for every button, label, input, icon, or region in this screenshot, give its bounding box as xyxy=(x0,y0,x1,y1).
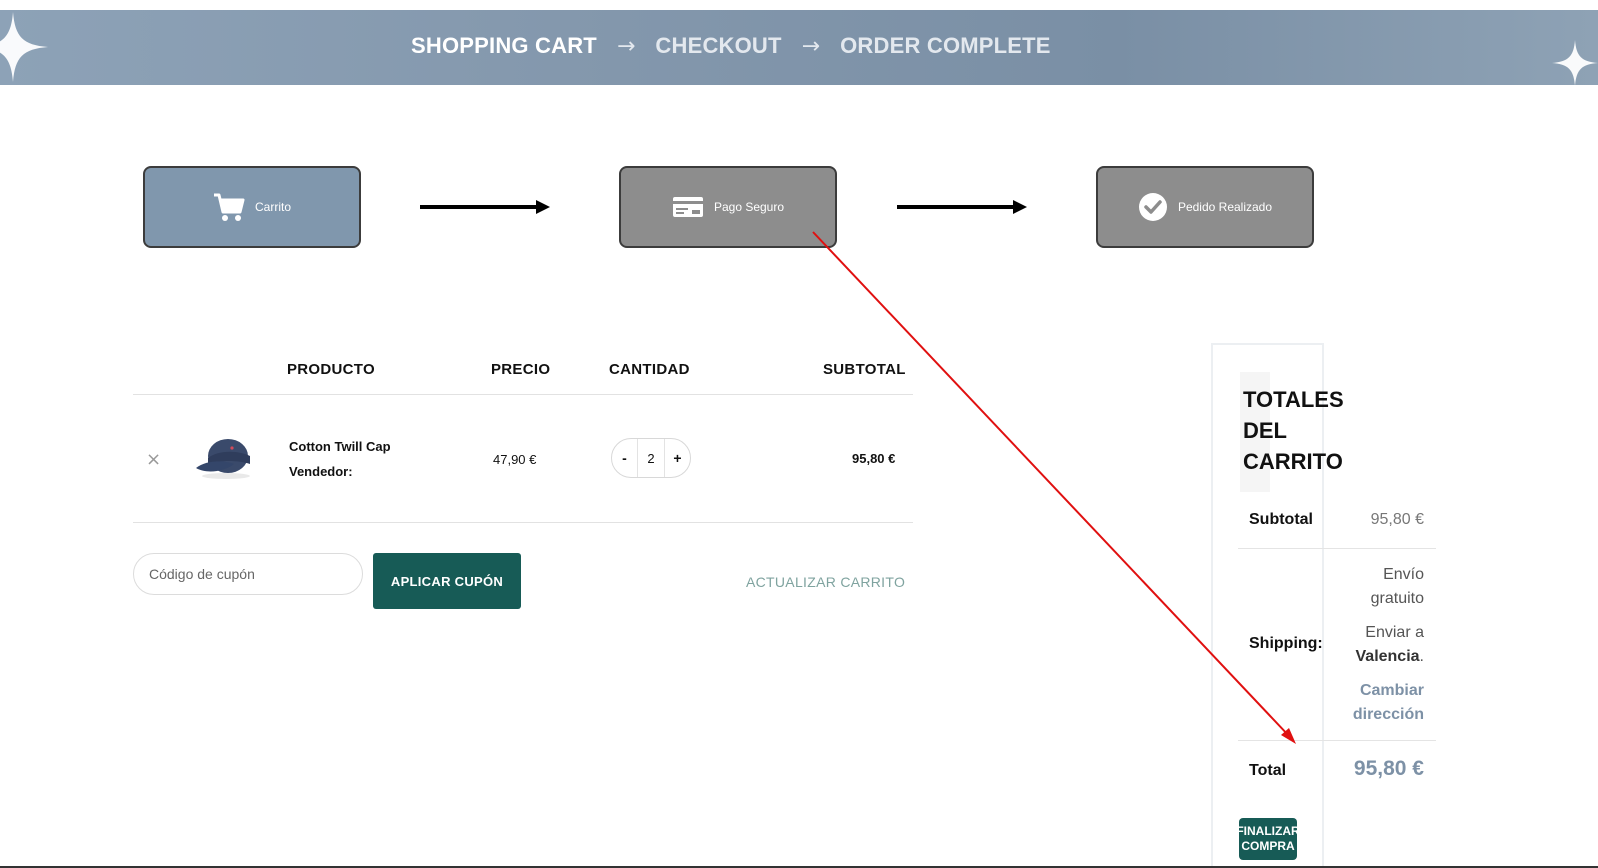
total-label: Total xyxy=(1249,762,1287,779)
checkout-banner: SHOPPING CART → CHECKOUT → ORDER COMPLET… xyxy=(0,10,1598,85)
change-address-link[interactable]: Cambiar dirección xyxy=(1300,679,1424,727)
product-price: 47,90 € xyxy=(493,452,537,467)
step-payment-label: Pago Seguro xyxy=(713,200,785,214)
qty-decrease-button[interactable]: - xyxy=(612,450,637,466)
cart-totals-title: TOTALES DEL CARRITO xyxy=(1243,387,1344,474)
qty-input[interactable]: 2 xyxy=(637,439,665,477)
cart-icon xyxy=(213,193,245,221)
totals-divider xyxy=(1238,548,1436,549)
step-complete[interactable]: Pedido Realizado xyxy=(1096,166,1314,248)
step-payment[interactable]: Pago Seguro xyxy=(619,166,837,248)
header-quantity: CANTIDAD xyxy=(609,361,690,378)
header-subtotal: SUBTOTAL xyxy=(823,361,906,378)
product-thumbnail[interactable] xyxy=(194,432,258,482)
subtotal-label: Subtotal xyxy=(1249,511,1313,528)
total-value: 95,80 € xyxy=(1353,757,1424,780)
apply-coupon-button[interactable]: APLICAR CUPÓN xyxy=(373,553,521,609)
header-price: PRECIO xyxy=(491,361,551,378)
product-subtotal: 95,80 € xyxy=(852,451,896,466)
step-cart-label: Carrito xyxy=(254,200,291,214)
quantity-stepper: - 2 + xyxy=(611,438,691,478)
cart-page: SHOPPING CART → CHECKOUT → ORDER COMPLET… xyxy=(0,0,1598,868)
header-product: PRODUCTO xyxy=(287,361,375,378)
table-divider xyxy=(133,394,913,395)
banner-step-complete: ORDER COMPLETE xyxy=(840,33,1051,58)
coupon-input[interactable] xyxy=(133,553,363,595)
qty-increase-button[interactable]: + xyxy=(665,450,690,466)
step-complete-label: Pedido Realizado xyxy=(1177,200,1273,214)
arrow-right-icon: → xyxy=(801,33,821,59)
banner-step-checkout: CHECKOUT xyxy=(655,33,782,58)
product-name-link[interactable]: Cotton Twill Cap xyxy=(289,439,391,454)
product-vendor: Vendedor: xyxy=(289,464,353,479)
totals-divider xyxy=(1238,740,1436,741)
update-cart-button[interactable]: ACTUALIZAR CARRITO xyxy=(746,574,905,590)
credit-card-icon xyxy=(672,197,703,217)
step-cart[interactable]: Carrito xyxy=(143,166,361,248)
arrow-right-icon: → xyxy=(616,33,636,59)
sparkle-icon xyxy=(1552,40,1598,85)
step-arrow-icon xyxy=(420,200,550,214)
step-arrow-icon xyxy=(897,200,1027,214)
remove-item-button[interactable]: × xyxy=(146,449,161,470)
banner-steps: SHOPPING CART → CHECKOUT → ORDER COMPLET… xyxy=(411,33,1051,59)
sparkle-icon xyxy=(0,12,48,82)
banner-step-cart: SHOPPING CART xyxy=(411,33,597,58)
subtotal-value: 95,80 € xyxy=(1370,511,1424,528)
table-divider xyxy=(133,522,913,523)
checkout-button[interactable]: FINALIZAR COMPRA xyxy=(1239,818,1297,860)
shipping-details: Envío gratuito Enviar a Valencia. Cambia… xyxy=(1300,563,1424,727)
check-circle-icon xyxy=(1138,193,1167,221)
shipping-city: Valencia xyxy=(1355,648,1420,665)
